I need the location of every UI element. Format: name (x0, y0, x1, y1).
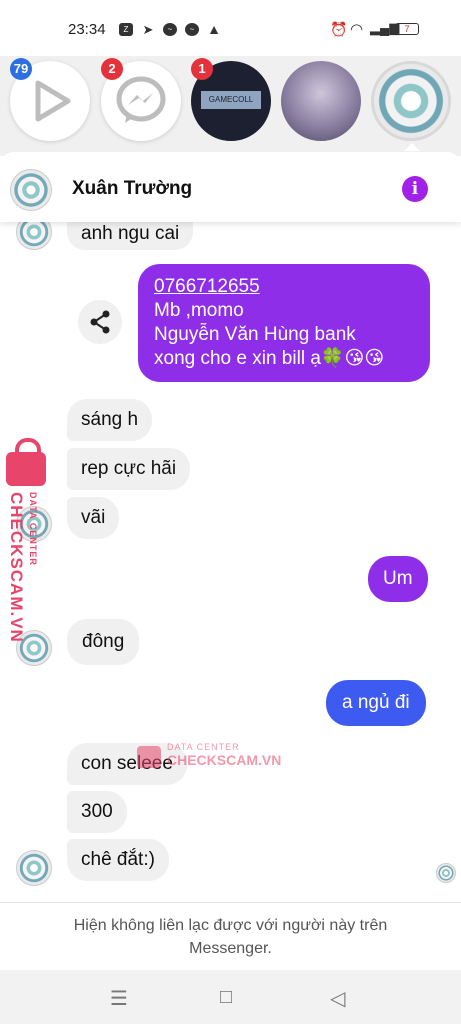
share-icon[interactable] (78, 300, 122, 344)
info-icon[interactable]: i (402, 176, 428, 202)
telegram-icon: ➤ (142, 22, 154, 37)
status-bar: 23:34 Z ➤ ~ ~ ▲ ⏰ ◠ ▂▄▆ 7 (0, 0, 461, 56)
contact-avatar[interactable] (10, 169, 52, 211)
contact-name[interactable]: Xuân Trường (72, 178, 192, 200)
chat-head-mandala[interactable] (371, 61, 451, 141)
watermark-sub: DATA CENTER (28, 492, 38, 566)
alarm-icon: ⏰ (330, 21, 348, 37)
watermark-lock-icon (137, 746, 161, 768)
unread-badge: 2 (101, 58, 123, 80)
home-icon[interactable]: □ (220, 986, 232, 1009)
unread-badge: 79 (10, 58, 32, 80)
message-bubble-outgoing[interactable]: a ngủ đi (326, 680, 426, 726)
battery-icon: 7 (395, 23, 419, 35)
warning-icon: ▲ (207, 21, 221, 37)
watermark-sub: DATA CENTER (167, 742, 240, 752)
message-line: Mb ,momo (154, 300, 244, 321)
watermark-vertical-sub: DATA CENTER (28, 492, 38, 571)
sender-avatar (16, 850, 52, 886)
navigation-bar: ☰ □ ◁ (0, 970, 461, 1024)
chat-header: Xuân Trường i (0, 152, 461, 222)
watermark-vertical: CHECKSCAM.VN (6, 492, 26, 648)
active-head-pointer (404, 143, 420, 151)
share-glyph (90, 310, 110, 334)
read-receipt-avatar (436, 863, 456, 883)
notice-text: Hiện không liên lạc được với người này t… (73, 917, 388, 957)
watermark-lock-icon (6, 438, 46, 486)
clock: 23:34 (68, 21, 106, 38)
gamecoll-logo: GAMECOLL (201, 91, 261, 109)
watermark-brand: CHECKSCAM.VN (7, 492, 26, 643)
chat-head-forest[interactable] (281, 61, 361, 141)
unavailable-notice: Hiện không liên lạc được với người này t… (0, 902, 461, 971)
unread-badge: 1 (191, 58, 213, 80)
message-bubble-incoming[interactable]: 300 (67, 791, 127, 833)
messenger-notif-icon-2: ~ (185, 23, 199, 36)
message-bubble-incoming[interactable]: chê đắt:) (67, 839, 169, 881)
messenger-notif-icon: ~ (163, 23, 177, 36)
message-bubble-incoming[interactable]: sáng h (67, 399, 153, 441)
phone-number-link[interactable]: 0766712655 (154, 275, 414, 299)
back-icon[interactable]: ◁ (330, 986, 345, 1011)
message-bubble-incoming[interactable]: vãi (67, 497, 120, 539)
watermark-brand: CHECKSCAM.VN (167, 752, 282, 768)
message-bubble-incoming[interactable]: rep cực hãi (67, 448, 191, 490)
message-bubble-outgoing[interactable]: 0766712655 Mb ,momo Nguyễn Văn Hùng bank… (138, 264, 430, 382)
recent-apps-icon[interactable]: ☰ (110, 986, 128, 1011)
chat-window: Xuân Trường i anh ngu cai 0766712655 Mb … (0, 152, 461, 1024)
message-line: xong cho e xin bill ạ🍀😘😘 (154, 348, 385, 369)
message-line: Nguyễn Văn Hùng bank (154, 324, 356, 345)
message-bubble-incoming[interactable]: đông (67, 619, 140, 665)
wifi-icon: ◠ (350, 21, 364, 38)
zalo-icon: Z (119, 23, 133, 36)
message-bubble-outgoing[interactable]: Um (368, 556, 428, 602)
